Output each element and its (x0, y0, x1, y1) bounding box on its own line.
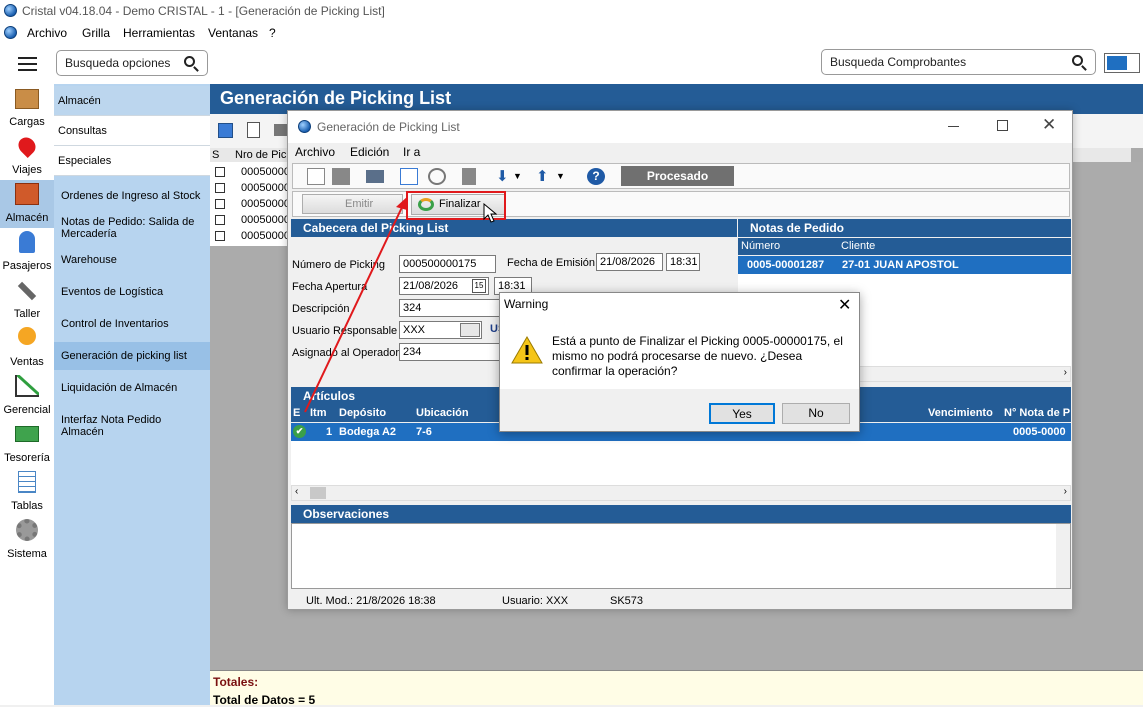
warning-icon (511, 335, 543, 364)
warning-dialog: Warning ✕ Está a punto de Finalizar el P… (499, 292, 860, 432)
mouse-cursor-icon (483, 203, 497, 223)
close-icon[interactable]: ✕ (838, 295, 851, 315)
no-button[interactable]: No (782, 403, 850, 424)
yes-button[interactable]: Yes (709, 403, 775, 424)
warning-message: Está a punto de Finalizar el Picking 000… (552, 334, 843, 378)
warning-body: Está a punto de Finalizar el Picking 000… (500, 317, 859, 389)
warning-title: Warning (504, 297, 549, 311)
warning-titlebar: Warning ✕ (500, 293, 859, 317)
